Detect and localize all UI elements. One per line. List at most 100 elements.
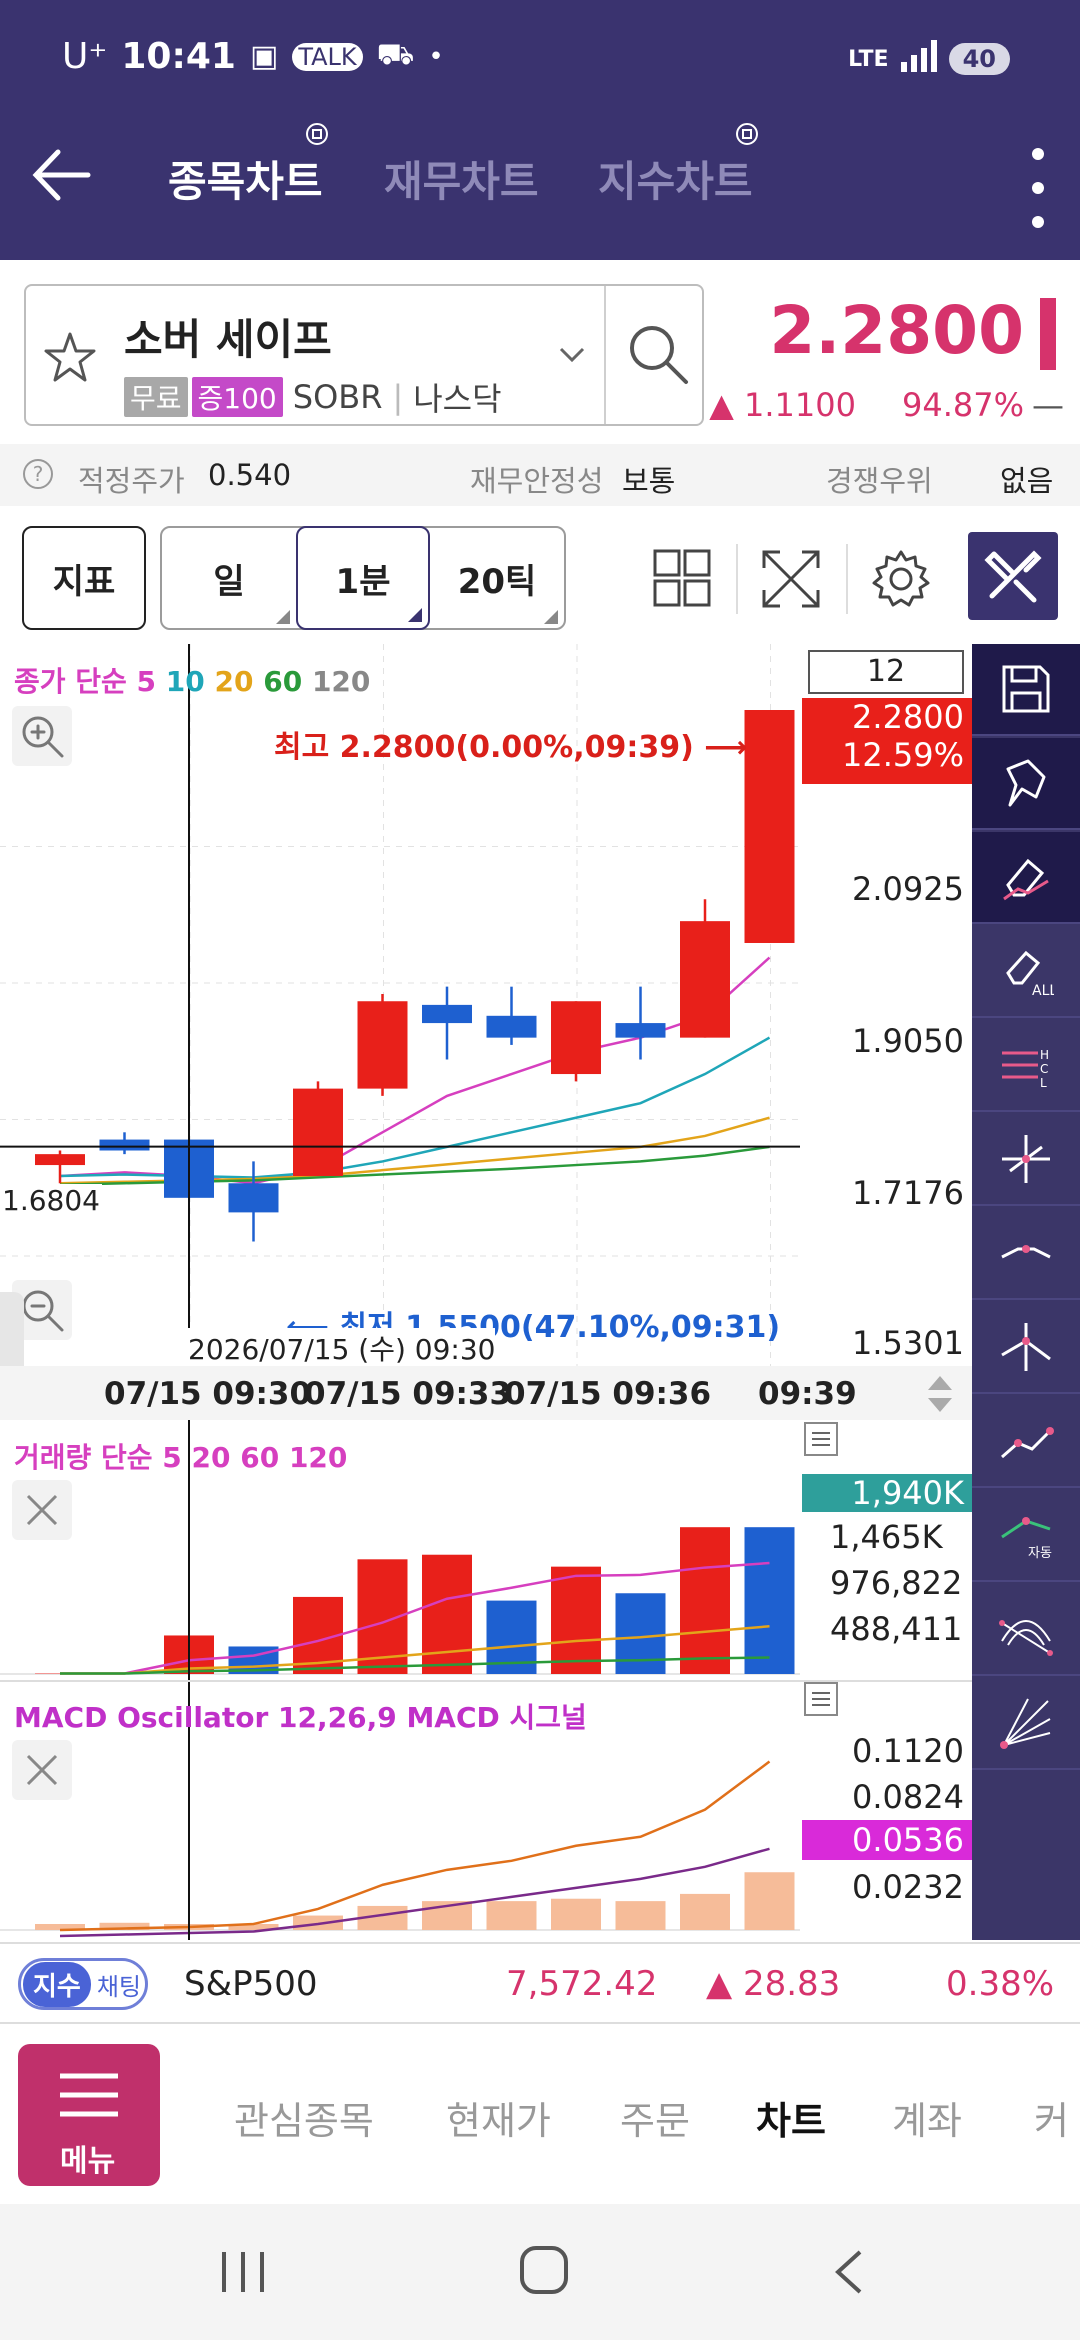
more-options-button[interactable] (1032, 148, 1046, 228)
nav-more[interactable]: 커 (1034, 2090, 1069, 2145)
eraser-tool-button[interactable] (972, 832, 1080, 924)
macd-y-tick: 0.1120 (852, 1732, 964, 1770)
search-icon[interactable] (624, 320, 692, 388)
index-chat-toggle[interactable]: 지수 채팅 (18, 1958, 148, 2010)
trendline-tool-button[interactable] (972, 1396, 1080, 1488)
hamburger-icon (60, 2073, 118, 2117)
tab-financial-chart[interactable]: 재무차트 (384, 148, 539, 209)
volume-y-tick: 1,465K (830, 1518, 943, 1556)
volume-menu-button[interactable] (804, 1422, 838, 1456)
save-icon (1002, 665, 1050, 713)
price-change-pct: 94.87% (901, 386, 1024, 424)
period-minute-button[interactable]: 1분 (296, 526, 430, 630)
y-tick: 1.5301 (852, 1324, 964, 1362)
candle-body (422, 1004, 472, 1024)
notification-dot-icon: • (428, 41, 444, 72)
save-tool-button[interactable] (972, 644, 1080, 736)
margin-badge: 증100 (191, 377, 283, 417)
star-icon[interactable] (40, 328, 100, 388)
axis-scroll-icon[interactable] (926, 1374, 954, 1414)
current-price-tag: 2.2800 12.59% (802, 698, 972, 784)
crosshair-tool-button[interactable] (972, 1114, 1080, 1206)
time-axis[interactable]: 07/15 09:30 07/15 09:33 07/15 09:36 09:3… (0, 1366, 972, 1420)
nav-order[interactable]: 주문 (620, 2090, 690, 2145)
screenshot-icon: ▣ (249, 39, 279, 74)
arc-icon (999, 1620, 1053, 1656)
gear-icon[interactable] (870, 548, 932, 610)
zoom-in-icon (22, 716, 64, 758)
macd-oscillator-bar (486, 1901, 537, 1930)
index-change: ▲ 28.83 (706, 1964, 841, 2004)
svg-text:자동: 자동 (1028, 1546, 1052, 1561)
index-change-pct: 0.38% (946, 1964, 1055, 2004)
crosshair-time-label: 2026/07/15 (수) 09:30 (188, 1328, 496, 1368)
menu-lines-icon (812, 1692, 830, 1706)
tab-index-chart[interactable]: 지수차트 (598, 123, 758, 209)
back-button[interactable] (28, 140, 98, 210)
system-navigation-bar (0, 2204, 1080, 2340)
back-system-icon[interactable] (830, 2248, 870, 2296)
svg-text:?: ? (33, 462, 44, 486)
period-tick-button[interactable]: 20틱 (430, 526, 564, 630)
stock-selector[interactable]: 소버 세이프 무료 증100 SOBR | 나스닥 (24, 284, 704, 426)
market-name: 나스닥 (413, 380, 502, 418)
candle-body (357, 1001, 408, 1089)
candle-body (486, 1015, 537, 1038)
x-tick: 07/15 09:36 (504, 1376, 712, 1412)
chevron-down-icon[interactable] (558, 346, 586, 364)
volume-y-tick: 976,822 (830, 1564, 963, 1602)
crosshair-icon (1002, 1135, 1050, 1183)
volume-legend: 거래량 단순 5 20 60 120 (14, 1441, 348, 1474)
auto-trendline-tool-button[interactable]: 자동 (972, 1490, 1080, 1582)
help-icon[interactable]: ? (22, 458, 54, 497)
index-value: 7,572.42 (506, 1964, 658, 2004)
magnet-tool-button[interactable] (972, 738, 1080, 830)
erase-all-tool-button[interactable]: ALL (972, 926, 1080, 1018)
svg-text:H: H (1040, 1048, 1049, 1062)
nav-quote[interactable]: 현재가 (446, 2090, 551, 2145)
hcl-tool-button[interactable]: HCL (972, 1020, 1080, 1112)
index-name: S&P500 (184, 1964, 318, 2004)
indicator-button[interactable]: 지표 (22, 526, 146, 630)
index-ticker-bar[interactable]: 지수 채팅 S&P500 7,572.42 ▲ 28.83 0.38% (0, 1942, 1080, 2024)
fan-icon (1000, 1698, 1051, 1749)
macd-current-tag: 0.0536 (802, 1820, 972, 1860)
macd-menu-button[interactable] (804, 1682, 838, 1716)
signal-icon (900, 40, 937, 78)
nav-chart[interactable]: 차트 (756, 2090, 826, 2145)
nav-account[interactable]: 계좌 (892, 2090, 962, 2145)
dash-mark: — (1032, 386, 1064, 424)
chart-panel[interactable]: 종가 단순 5 10 20 60 120 12 최고 2.2800(0.00%,… (0, 644, 972, 1940)
battery-indicator: 40 (948, 43, 1010, 75)
hcl-lines-icon: HCL (1002, 1048, 1049, 1090)
tab-stock-chart[interactable]: 종목차트 (168, 123, 328, 209)
drawing-tools-button[interactable] (968, 532, 1058, 620)
macd-oscillator-bar (551, 1898, 601, 1930)
volume-current-tag: 1,940K (802, 1474, 972, 1512)
svg-text:L: L (1040, 1076, 1047, 1090)
recent-apps-icon[interactable] (218, 2248, 268, 2296)
horizontal-line-tool-button[interactable] (972, 1208, 1080, 1300)
close-volume-button[interactable] (12, 1480, 72, 1540)
y-tick: 1.7176 (852, 1174, 964, 1212)
chart-canvas[interactable] (0, 644, 972, 1940)
close-icon (26, 1754, 58, 1786)
zoom-in-button[interactable] (12, 706, 72, 766)
nav-watchlist[interactable]: 관심종목 (234, 2090, 374, 2145)
candle-body (615, 1023, 666, 1038)
candle-count-box[interactable]: 12 (808, 650, 964, 694)
high-price-label: 최고 2.2800(0.00%,09:39) ⟶ (274, 730, 748, 765)
x-tick: 07/15 09:30 (104, 1376, 312, 1412)
current-price: 2.2800 (769, 292, 1024, 369)
candle-body (293, 1088, 343, 1176)
menu-button[interactable]: 메뉴 (18, 2044, 160, 2186)
expand-icon[interactable] (760, 548, 822, 610)
arc-tool-button[interactable] (972, 1584, 1080, 1676)
fan-tool-button[interactable] (972, 1678, 1080, 1770)
grid-layout-icon[interactable] (652, 548, 712, 608)
copy-icon (735, 123, 758, 145)
home-icon[interactable] (518, 2244, 570, 2296)
close-macd-button[interactable] (12, 1740, 72, 1800)
vertical-line-tool-button[interactable] (972, 1302, 1080, 1394)
period-day-button[interactable]: 일 (162, 526, 296, 630)
